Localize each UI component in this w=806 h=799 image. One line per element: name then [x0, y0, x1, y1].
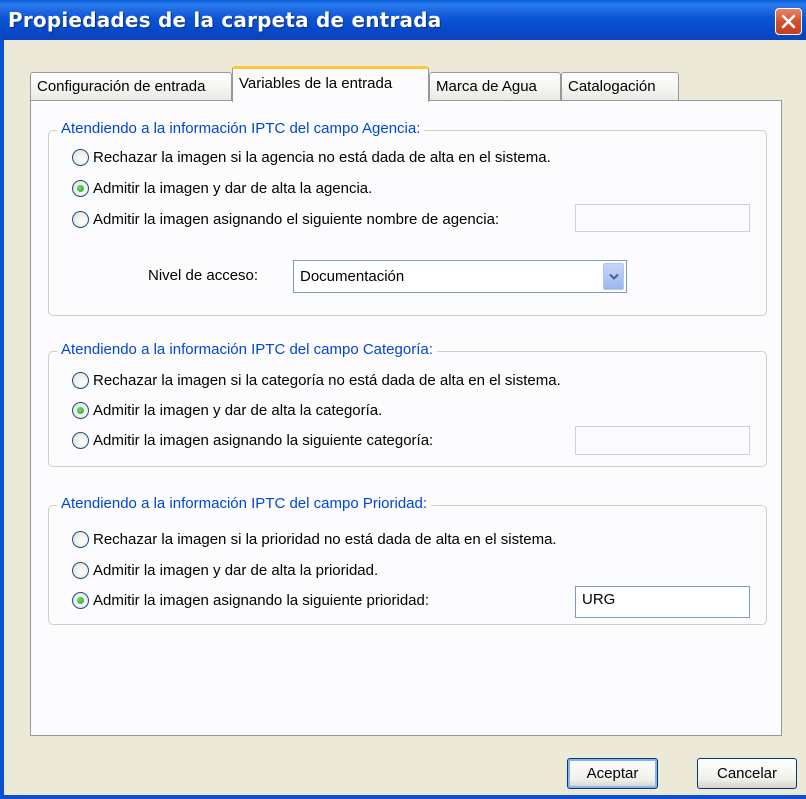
tab-configuracion-entrada[interactable]: Configuración de entrada: [30, 72, 232, 101]
tab-label: Variables de la entrada: [239, 75, 393, 92]
prioridad-option-reject[interactable]: Rechazar la imagen si la prioridad no es…: [72, 531, 557, 548]
access-level-label: Nivel de acceso:: [148, 267, 259, 284]
option-label: Admitir la imagen y dar de alta la prior…: [93, 562, 379, 579]
tab-variables-entrada[interactable]: Variables de la entrada: [232, 66, 429, 102]
radio-button[interactable]: [72, 211, 89, 228]
agencia-option-admit-assign[interactable]: Admitir la imagen asignando el siguiente…: [72, 211, 499, 228]
accept-button[interactable]: Aceptar: [567, 758, 658, 789]
agencia-option-reject[interactable]: Rechazar la imagen si la agencia no está…: [72, 149, 551, 166]
window-frame-left: [0, 40, 4, 799]
cancel-button[interactable]: Cancelar: [697, 758, 797, 789]
agencia-option-admit-create[interactable]: Admitir la imagen y dar de alta la agenc…: [72, 180, 372, 197]
radio-button[interactable]: [72, 180, 89, 197]
radio-button[interactable]: [72, 402, 89, 419]
option-label: Admitir la imagen y dar de alta la categ…: [93, 402, 383, 419]
agencia-name-input[interactable]: [575, 204, 750, 232]
access-level-select[interactable]: Documentación: [293, 260, 627, 293]
categoria-option-admit-assign[interactable]: Admitir la imagen asignando la siguiente…: [72, 432, 433, 449]
access-level-value: Documentación: [300, 268, 405, 285]
group-agencia-legend: Atendiendo a la información IPTC del cam…: [57, 120, 425, 137]
title-bar[interactable]: Propiedades de la carpeta de entrada: [0, 0, 806, 40]
radio-button[interactable]: [72, 531, 89, 548]
option-label: Admitir la imagen asignando la siguiente…: [93, 592, 430, 609]
radio-button[interactable]: [72, 432, 89, 449]
tab-label: Catalogación: [568, 78, 656, 95]
prioridad-option-admit-assign[interactable]: Admitir la imagen asignando la siguiente…: [72, 592, 429, 609]
categoria-option-reject[interactable]: Rechazar la imagen si la categoría no es…: [72, 372, 561, 389]
dropdown-button[interactable]: [603, 263, 624, 290]
prioridad-input[interactable]: URG: [575, 586, 750, 618]
option-label: Admitir la imagen asignando el siguiente…: [93, 211, 500, 228]
tab-catalogacion[interactable]: Catalogación: [561, 72, 679, 101]
tab-marca-agua[interactable]: Marca de Agua: [429, 72, 561, 101]
radio-button[interactable]: [72, 149, 89, 166]
option-label: Admitir la imagen y dar de alta la agenc…: [93, 180, 373, 197]
categoria-option-admit-create[interactable]: Admitir la imagen y dar de alta la categ…: [72, 402, 382, 419]
option-label: Rechazar la imagen si la agencia no está…: [93, 149, 551, 166]
group-prioridad-legend: Atendiendo a la información IPTC del cam…: [57, 495, 432, 512]
option-label: Rechazar la imagen si la prioridad no es…: [93, 531, 557, 548]
radio-button[interactable]: [72, 592, 89, 609]
categoria-input[interactable]: [575, 426, 750, 455]
prioridad-option-admit-create[interactable]: Admitir la imagen y dar de alta la prior…: [72, 562, 378, 579]
window-title: Propiedades de la carpeta de entrada: [8, 8, 442, 32]
radio-button[interactable]: [72, 372, 89, 389]
group-categoria-legend: Atendiendo a la información IPTC del cam…: [57, 341, 437, 358]
radio-button[interactable]: [72, 562, 89, 579]
tab-label: Configuración de entrada: [37, 78, 206, 95]
window-frame-bottom: [0, 795, 806, 799]
dialog-window: Propiedades de la carpeta de entrada Con…: [0, 0, 806, 799]
tab-label: Marca de Agua: [436, 78, 537, 95]
close-button[interactable]: [775, 8, 802, 35]
option-label: Rechazar la imagen si la categoría no es…: [93, 372, 561, 389]
option-label: Admitir la imagen asignando la siguiente…: [93, 432, 434, 449]
